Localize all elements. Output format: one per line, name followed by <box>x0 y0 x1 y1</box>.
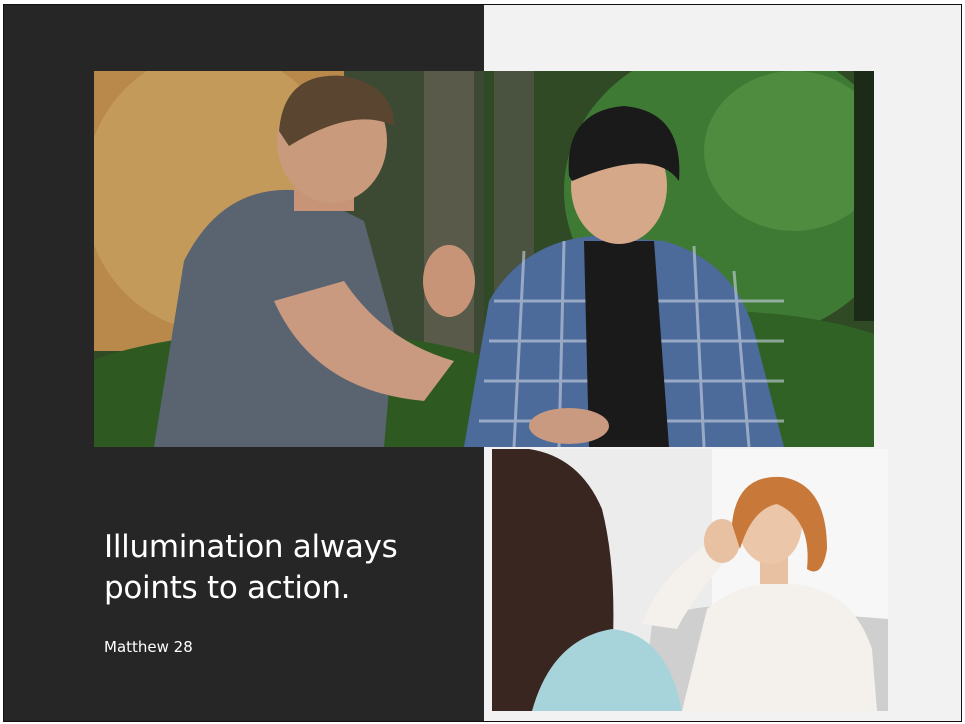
slide-title: Illumination always points to action. <box>104 529 398 606</box>
scripture-reference: Matthew 28 <box>104 638 193 656</box>
photo-counseling-session-image <box>492 449 888 711</box>
photo-two-men-talking <box>94 71 874 447</box>
slide: Illumination always points to action. Ma… <box>3 4 962 722</box>
photo-two-men-talking-image <box>94 71 874 447</box>
photo-counseling-session <box>492 449 888 711</box>
